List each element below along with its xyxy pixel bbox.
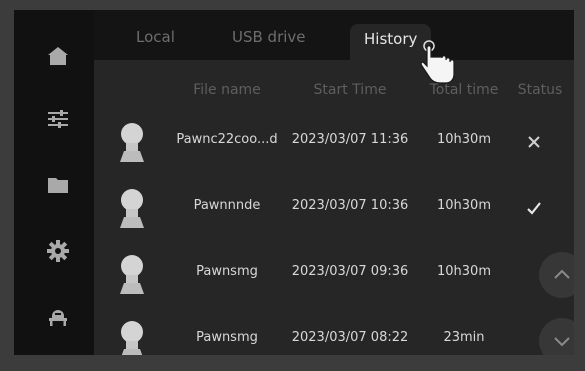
file-name: Pawnnnde: [193, 198, 261, 213]
sidebar-item-files[interactable]: [36, 163, 80, 207]
model-thumbnail: [120, 123, 144, 162]
model-thumbnail: [120, 189, 144, 228]
start-time: 2023/03/07 11:36: [291, 132, 409, 147]
start-time: 2023/03/07 10:36: [291, 198, 409, 213]
table-row[interactable]: Pawnc22coo...d 2023/03/07 11:36 10h30m: [94, 112, 574, 170]
hand-pointer-icon: [420, 40, 455, 84]
tab-bar: Local USB drive History: [94, 10, 574, 62]
column-header-file-name: File name: [193, 82, 261, 98]
file-name: Pawnsmg: [196, 264, 258, 279]
table-row[interactable]: Pawnsmg 2023/03/07 09:36 10h30m: [94, 244, 574, 302]
sliders-icon: [48, 110, 68, 128]
start-time: 2023/03/07 08:22: [291, 330, 409, 345]
sidebar: [14, 10, 94, 355]
chevron-up-icon: [554, 269, 570, 279]
check-icon: [527, 202, 541, 215]
sidebar-item-printer[interactable]: [36, 294, 80, 338]
sidebar-item-home[interactable]: [36, 34, 80, 78]
printer-icon: [49, 310, 67, 326]
total-time: 10h30m: [437, 132, 491, 147]
file-name: Pawnc22coo...d: [176, 132, 278, 147]
touchscreen: Local USB drive History File name Start …: [14, 10, 574, 355]
home-icon: [48, 47, 68, 65]
total-time: 10h30m: [437, 198, 491, 213]
gear-icon: [47, 240, 69, 262]
table-row[interactable]: Pawnsmg 2023/03/07 08:22 23min: [94, 310, 574, 355]
column-header-status: Status: [517, 82, 563, 98]
sidebar-item-settings[interactable]: [36, 229, 80, 273]
model-thumbnail: [120, 255, 144, 294]
file-name: Pawnsmg: [196, 330, 258, 345]
sidebar-item-controls[interactable]: [36, 97, 80, 141]
start-time: 2023/03/07 09:36: [291, 264, 409, 279]
model-thumbnail: [121, 321, 143, 355]
column-header-start-time: Start Time: [313, 82, 387, 98]
history-table: File name Start Time Total time Status P…: [94, 60, 574, 355]
chevron-down-icon: [554, 337, 570, 347]
folder-icon: [48, 178, 68, 193]
failed-icon: [528, 136, 540, 148]
total-time: 23min: [443, 330, 485, 345]
table-row[interactable]: Pawnnnde 2023/03/07 10:36 10h30m: [94, 178, 574, 236]
tab-local[interactable]: Local: [136, 28, 175, 46]
tab-usb-drive[interactable]: USB drive: [232, 28, 306, 46]
total-time: 10h30m: [437, 264, 491, 279]
